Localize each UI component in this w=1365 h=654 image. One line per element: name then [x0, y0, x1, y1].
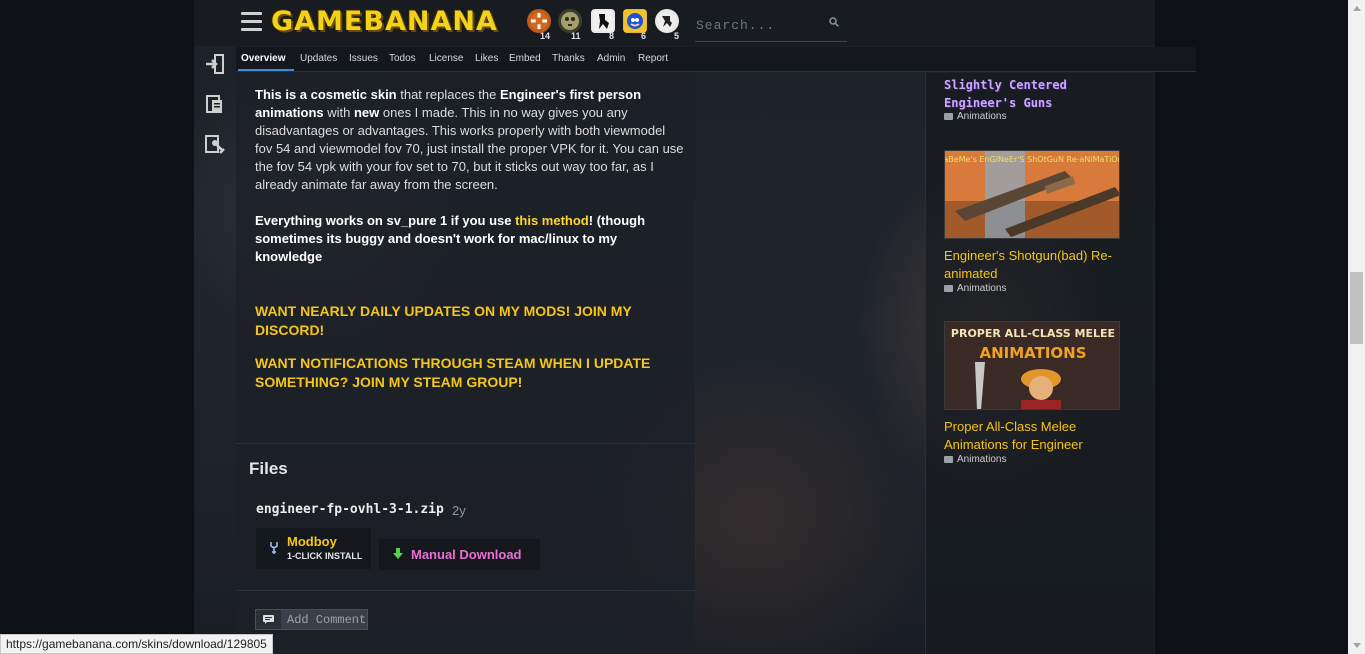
tab-embed[interactable]: Embed [509, 53, 541, 64]
login-icon[interactable] [203, 52, 227, 76]
add-comment-button[interactable]: Add Comment [255, 609, 368, 630]
hl-icon[interactable] [558, 9, 582, 33]
thumb-caption-line-2: ANIMATIONS [979, 344, 1086, 362]
download-arrow-icon [393, 548, 403, 559]
menu-icon[interactable] [241, 12, 262, 32]
file-age: 2y [452, 503, 466, 518]
steam-group-callout-link[interactable]: WANT NOTIFICATIONS THROUGH STEAM WHEN I … [255, 354, 685, 392]
modboy-icon [270, 542, 278, 554]
scrollbar-thumb[interactable] [1350, 272, 1363, 344]
submission-category: Animations [944, 454, 1006, 465]
comment-icon [256, 610, 281, 629]
csgo-icon[interactable] [655, 9, 679, 33]
scroll-down-icon[interactable] [1348, 637, 1365, 654]
tab-license[interactable]: License [429, 53, 463, 64]
page-gutter [1155, 0, 1348, 654]
submission-title-link[interactable]: Proper All-Class Melee Animations for En… [944, 418, 1120, 454]
cs-icon[interactable] [591, 9, 615, 33]
modboy-label: Modboy [287, 534, 337, 549]
cs-count: 8 [609, 31, 615, 41]
modboy-sublabel: 1-CLICK INSTALL [287, 551, 363, 561]
sonic-count: 6 [641, 31, 647, 41]
tab-issues[interactable]: Issues [349, 53, 378, 64]
submission-title-link[interactable]: Engineer's Shotgun(bad) Re-animated [944, 247, 1120, 283]
search-icon[interactable] [829, 17, 839, 27]
csgo-count: 5 [674, 31, 680, 41]
files-heading: Files [249, 459, 288, 478]
clipboard-icon[interactable] [203, 92, 227, 116]
scroll-up-icon[interactable] [1348, 0, 1365, 17]
submission-category: Animations [944, 111, 1006, 122]
tab-report[interactable]: Report [638, 53, 668, 64]
tab-admin[interactable]: Admin [597, 53, 625, 64]
category-icon [944, 285, 953, 292]
section-divider [236, 590, 695, 591]
manual-download-button[interactable]: Manual Download [379, 539, 540, 570]
submission-title-link[interactable]: Slightly Centered Engineer's Guns [944, 76, 1124, 112]
method-link[interactable]: this method [515, 213, 589, 228]
page-scrollbar[interactable] [1348, 0, 1365, 654]
thumb-caption: aBeMe's EnGINeEr'S ShOtGuN Re-aNiMaTiOn [945, 155, 1120, 164]
tf2-count: 14 [540, 31, 551, 41]
category-icon [944, 456, 953, 463]
tab-likes[interactable]: Likes [475, 53, 498, 64]
submission-thumbnail[interactable]: aBeMe's EnGINeEr'S ShOtGuN Re-aNiMaTiOn [944, 150, 1120, 239]
tab-todos[interactable]: Todos [389, 53, 416, 64]
active-tab-indicator [238, 69, 294, 71]
tab-updates[interactable]: Updates [300, 53, 337, 64]
modboy-install-button[interactable]: Modboy 1-CLICK INSTALL [256, 528, 371, 569]
sonic-icon[interactable] [623, 9, 647, 33]
category-icon [944, 113, 953, 120]
submission-category: Animations [944, 283, 1006, 294]
section-divider [236, 443, 695, 444]
tab-overview[interactable]: Overview [241, 53, 285, 64]
description-paragraph-1: This is a cosmetic skin that replaces th… [255, 87, 684, 192]
search-box [695, 10, 847, 42]
discord-callout-link[interactable]: WANT NEARLY DAILY UPDATES ON MY MODS! JO… [255, 302, 685, 340]
submission-thumbnail[interactable]: PROPER ALL-CLASS MELEE ANIMATIONS [944, 321, 1120, 410]
manual-download-label: Manual Download [411, 547, 522, 562]
status-bar-url: https://gamebanana.com/skins/download/12… [0, 634, 273, 654]
add-comment-label: Add Comment [287, 613, 367, 627]
site-logo[interactable]: GAMEBANANA [271, 7, 498, 37]
submission-tabbar [236, 47, 1196, 72]
search-input[interactable] [695, 12, 825, 38]
thumb-caption-line-1: PROPER ALL-CLASS MELEE [951, 327, 1115, 340]
file-name: engineer-fp-ovhl-3-1.zip [256, 502, 444, 517]
tab-thanks[interactable]: Thanks [552, 53, 585, 64]
hl-count: 11 [571, 31, 581, 41]
tf2-icon[interactable] [527, 9, 551, 33]
tools-icon[interactable] [203, 133, 227, 157]
description-paragraph-2: Everything works on sv_pure 1 if you use… [255, 213, 646, 264]
